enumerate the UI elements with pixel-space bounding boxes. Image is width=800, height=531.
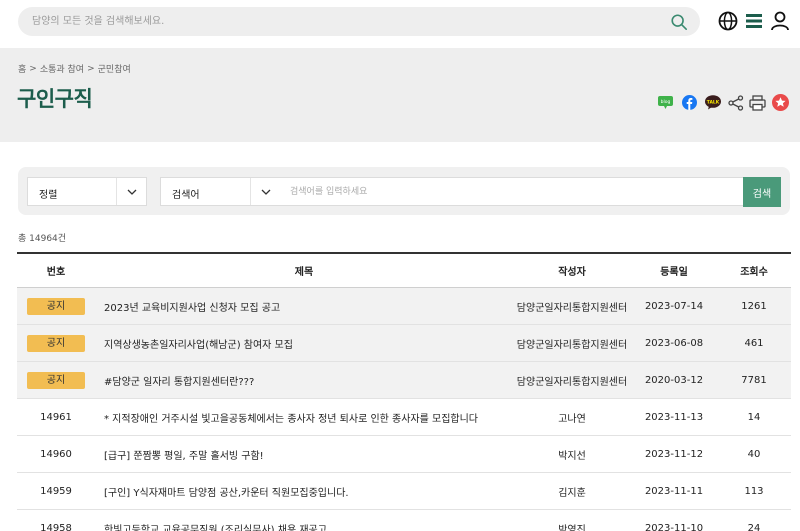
row-views: 1261 <box>741 300 767 312</box>
facebook-icon[interactable] <box>681 94 698 111</box>
row-date: 2023-07-14 <box>644 300 704 312</box>
keyword-input[interactable] <box>280 178 743 205</box>
blog-icon[interactable]: blog <box>657 94 674 111</box>
table-row[interactable]: 14959 [구인] Y식자재마트 담양점 공산,카운터 직원모집중입니다. 김… <box>17 473 791 510</box>
header-views: 조회수 <box>740 267 768 278</box>
row-date: 2023-11-11 <box>644 485 704 497</box>
row-views: 113 <box>744 485 764 497</box>
row-views: 461 <box>744 337 764 349</box>
chevron-down-icon[interactable] <box>250 178 280 205</box>
search-field-select[interactable]: 검색어 <box>160 177 281 206</box>
print-icon[interactable] <box>749 94 766 111</box>
user-icon[interactable] <box>769 10 791 32</box>
top-bar <box>0 0 800 44</box>
search-icon[interactable] <box>670 13 688 31</box>
row-views: 7781 <box>741 374 767 386</box>
row-writer: 고나연 <box>558 413 586 425</box>
header-date: 등록일 <box>660 267 688 278</box>
row-number: 공지 <box>17 362 95 398</box>
row-date: 2020-03-12 <box>644 374 704 386</box>
table-row[interactable]: 공지 2023년 교육비지원사업 신청자 모집 공고 담양군일자리통합지원센터 … <box>17 288 791 325</box>
breadcrumb-home[interactable]: 홈 <box>18 62 26 75</box>
table-row[interactable]: 공지 지역상생농촌일자리사업(해남군) 참여자 모집 담양군일자리통합지원센터 … <box>17 325 791 362</box>
svg-text:blog: blog <box>661 99 671 105</box>
site-search-input[interactable] <box>32 7 652 36</box>
svg-text:TALK: TALK <box>706 100 719 106</box>
row-writer: 박지선 <box>558 450 586 462</box>
job-board-table: 번호 제목 작성자 등록일 조회수 공지 2023년 교육비지원사업 신청자 모… <box>17 252 791 531</box>
table-header: 번호 제목 작성자 등록일 조회수 <box>17 252 791 288</box>
search-button[interactable]: 검색 <box>743 177 781 207</box>
search-field-label: 검색어 <box>172 190 200 201</box>
table-row[interactable]: 14958 한빛고등학교 교육공무직원 (조리실무사) 채용 재공고 박영진 2… <box>17 510 791 531</box>
row-number: 14959 <box>40 485 72 497</box>
table-row[interactable]: 14960 [급구] 쭌짬뽕 평일, 주말 홀서빙 구함! 박지선 2023-1… <box>17 436 791 473</box>
notice-badge: 공지 <box>27 334 85 352</box>
breadcrumb-separator: > <box>87 63 95 74</box>
row-views: 40 <box>747 448 761 460</box>
page-header: 홈 > 소통과 참여 > 군민참여 구인구직 blog TALK <box>0 48 800 142</box>
table-row[interactable]: 14961 * 지적장애인 거주시설 빛고을공동체에서는 종사자 정년 퇴사로 … <box>17 399 791 436</box>
row-title-link[interactable]: 2023년 교육비지원사업 신청자 모집 공고 <box>104 288 504 324</box>
row-date: 2023-11-13 <box>644 411 704 423</box>
breadcrumb-community[interactable]: 소통과 참여 <box>40 62 84 75</box>
header-writer: 작성자 <box>558 267 586 278</box>
sort-select[interactable]: 정렬 <box>27 177 147 206</box>
breadcrumb-separator: > <box>29 63 37 74</box>
row-views: 14 <box>747 411 761 423</box>
page-title: 구인구직 <box>17 87 93 111</box>
row-title-link[interactable]: #담양군 일자리 통합지원센터란??? <box>104 362 504 398</box>
row-title-link[interactable]: [구인] Y식자재마트 담양점 공산,카운터 직원모집중입니다. <box>104 473 504 509</box>
row-title-link[interactable]: 한빛고등학교 교육공무직원 (조리실무사) 채용 재공고 <box>104 510 504 531</box>
breadcrumb-participation[interactable]: 군민참여 <box>98 62 131 75</box>
row-date: 2023-11-10 <box>644 522 704 531</box>
row-number: 공지 <box>17 288 95 324</box>
notice-badge: 공지 <box>27 297 85 315</box>
table-row[interactable]: 공지 #담양군 일자리 통합지원센터란??? 담양군일자리통합지원센터 2020… <box>17 362 791 399</box>
row-title-link[interactable]: * 지적장애인 거주시설 빛고을공동체에서는 종사자 정년 퇴사로 인한 종사자… <box>104 399 504 435</box>
header-title: 제목 <box>294 267 314 278</box>
row-title-link[interactable]: 지역상생농촌일자리사업(해남군) 참여자 모집 <box>104 325 504 361</box>
row-writer: 김지훈 <box>558 487 586 499</box>
row-writer: 담양군일자리통합지원센터 <box>516 376 628 388</box>
menu-icon[interactable] <box>743 10 765 32</box>
row-views: 24 <box>747 522 761 531</box>
favorite-icon[interactable] <box>772 94 789 111</box>
search-filter-bar: 정렬 검색어 검색 <box>18 167 790 215</box>
kakaotalk-icon[interactable]: TALK <box>704 94 721 111</box>
breadcrumb: 홈 > 소통과 참여 > 군민참여 <box>18 62 131 76</box>
sort-select-label: 정렬 <box>39 190 58 201</box>
site-search <box>18 7 700 36</box>
row-number: 공지 <box>17 325 95 361</box>
globe-icon[interactable] <box>717 10 739 32</box>
total-count: 총 14964건 <box>18 234 67 244</box>
row-date: 2023-11-12 <box>644 448 704 460</box>
keyword-field <box>280 177 744 206</box>
row-writer: 박영진 <box>558 524 586 531</box>
row-writer: 담양군일자리통합지원센터 <box>516 339 628 351</box>
chevron-down-icon[interactable] <box>116 178 146 205</box>
header-number: 번호 <box>46 267 66 278</box>
row-number: 14960 <box>40 448 72 460</box>
row-title-link[interactable]: [급구] 쭌짬뽕 평일, 주말 홀서빙 구함! <box>104 436 504 472</box>
row-date: 2023-06-08 <box>644 337 704 349</box>
row-number: 14958 <box>40 522 72 531</box>
row-writer: 담양군일자리통합지원센터 <box>516 302 628 314</box>
share-icon[interactable] <box>727 94 744 111</box>
row-number: 14961 <box>40 411 72 423</box>
notice-badge: 공지 <box>27 371 85 389</box>
